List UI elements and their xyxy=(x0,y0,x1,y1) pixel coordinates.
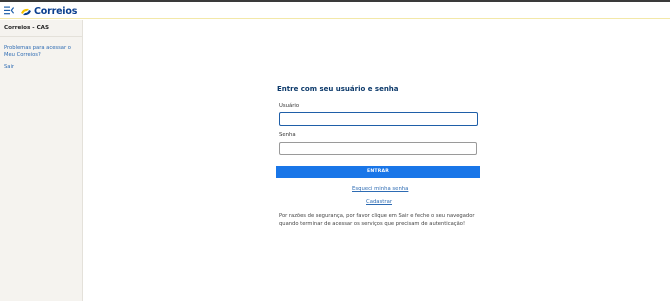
login-submit-button[interactable]: ENTRAR xyxy=(276,166,480,178)
sidebar-link-access-problems[interactable]: Problemas para acessar o Meu Correios? xyxy=(4,45,78,59)
correios-logo-mark-icon xyxy=(21,8,31,15)
app-header: Correios xyxy=(0,2,670,19)
logo-text: Correios xyxy=(34,6,78,17)
security-notice: Por razões de segurança, por favor cliqu… xyxy=(279,213,475,227)
username-label: Usuário xyxy=(279,103,300,109)
register-link[interactable]: Cadastrar xyxy=(366,199,392,205)
username-input[interactable] xyxy=(279,112,478,126)
sidebar-link-logout[interactable]: Sair xyxy=(4,64,14,70)
correios-logo[interactable]: Correios xyxy=(20,5,77,18)
sidebar-title: Correios - CAS xyxy=(4,25,50,31)
forgot-password-link[interactable]: Esqueci minha senha xyxy=(352,186,408,192)
password-input[interactable] xyxy=(279,142,477,155)
login-title: Entre com seu usuário e senha xyxy=(277,85,399,93)
sidebar: Correios - CAS Problemas para acessar o … xyxy=(0,20,83,301)
menu-collapse-icon[interactable] xyxy=(4,6,14,15)
sidebar-divider xyxy=(0,36,82,37)
password-label: Senha xyxy=(279,132,296,138)
